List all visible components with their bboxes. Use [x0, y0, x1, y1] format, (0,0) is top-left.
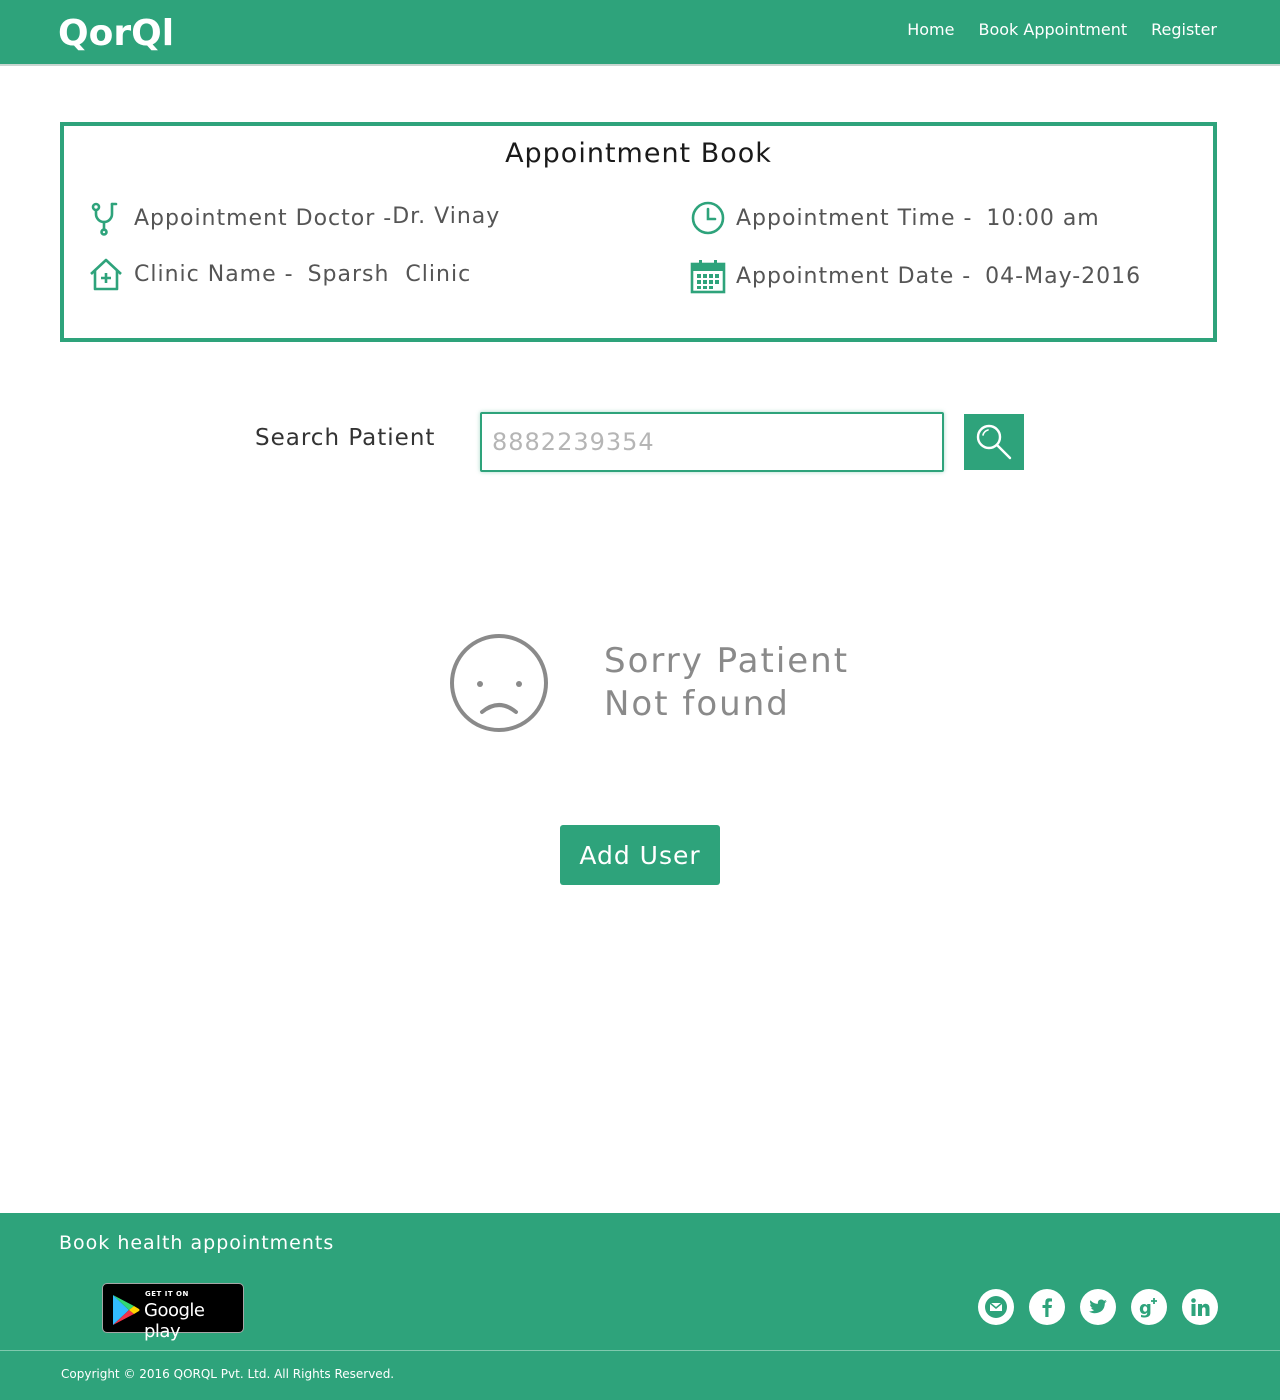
- appointment-date-row: Appointment Date - 04-May-2016: [690, 258, 1141, 294]
- google-play-badge[interactable]: GET IT ON Google play: [102, 1283, 244, 1342]
- email-icon: [985, 1296, 1007, 1318]
- copyright-text: Copyright © 2016 QORQL Pvt. Ltd. All Rig…: [61, 1367, 395, 1381]
- not-found-line-2: Not found: [604, 684, 790, 724]
- appointment-time-value: 10:00 am: [986, 205, 1100, 231]
- google-play-icon: [113, 1295, 140, 1325]
- patient-not-found-message: Sorry Patient Not found: [604, 640, 849, 726]
- search-button[interactable]: [964, 414, 1024, 470]
- appointment-date-label: Appointment Date -: [736, 263, 972, 289]
- appointment-summary-box: Appointment Book Appointment Doctor - Dr…: [60, 122, 1217, 342]
- facebook-social-link[interactable]: [1029, 1289, 1065, 1325]
- google-plus-icon: g: [1139, 1298, 1157, 1318]
- google-plus-social-link[interactable]: g: [1131, 1289, 1167, 1325]
- twitter-social-link[interactable]: [1080, 1289, 1116, 1325]
- stethoscope-icon: [91, 202, 118, 236]
- appointment-doctor-value: Dr. Vinay: [392, 203, 501, 229]
- footer: Book health appointments GET IT ON Googl…: [0, 1213, 1280, 1400]
- calendar-icon: [690, 260, 726, 294]
- clock-icon: [691, 201, 725, 235]
- linkedin-social-link[interactable]: [1182, 1289, 1218, 1325]
- clinic-house-icon: [90, 258, 122, 291]
- logo-text: QorQl: [58, 13, 174, 52]
- appointment-time-label: Appointment Time -: [736, 205, 973, 231]
- footer-divider: [0, 1350, 1280, 1351]
- gplay-get-it-on: GET IT ON: [145, 1290, 189, 1298]
- clinic-name-label: Clinic Name -: [134, 261, 294, 287]
- gplay-label: Google play: [144, 1300, 205, 1342]
- clinic-name-row: Clinic Name - Sparsh Clinic: [88, 256, 471, 292]
- twitter-icon: [1089, 1299, 1107, 1314]
- facebook-icon: [1042, 1298, 1052, 1317]
- appointment-doctor-row: Appointment Doctor - Dr. Vinay: [88, 200, 500, 236]
- footer-tagline: Book health appointments: [59, 1232, 335, 1254]
- nav-home-link[interactable]: Home: [907, 20, 954, 39]
- sad-face-icon: [450, 634, 548, 732]
- appointment-time-row: Appointment Time - 10:00 am: [690, 200, 1100, 236]
- nav-book-appointment-link[interactable]: Book Appointment: [978, 20, 1127, 39]
- search-patient-label: Search Patient: [255, 425, 436, 451]
- appointment-title: Appointment Book: [505, 138, 772, 169]
- top-navbar: QorQl Home Book Appointment Register: [0, 0, 1280, 66]
- add-user-button[interactable]: Add User: [560, 825, 720, 885]
- svg-text:g: g: [1139, 1298, 1152, 1318]
- search-patient-input[interactable]: [480, 412, 944, 472]
- nav-register-link[interactable]: Register: [1151, 20, 1217, 39]
- linkedin-icon: [1191, 1298, 1210, 1316]
- email-social-link[interactable]: [978, 1289, 1014, 1325]
- qorql-logo[interactable]: QorQl: [58, 12, 184, 52]
- search-icon: [976, 424, 1012, 460]
- social-links: g: [978, 1289, 1218, 1325]
- main-nav: Home Book Appointment Register: [907, 20, 1217, 39]
- appointment-date-value: 04-May-2016: [985, 263, 1142, 289]
- not-found-line-1: Sorry Patient: [604, 641, 850, 681]
- appointment-doctor-label: Appointment Doctor -: [134, 205, 393, 231]
- clinic-name-value: Sparsh Clinic: [307, 261, 472, 287]
